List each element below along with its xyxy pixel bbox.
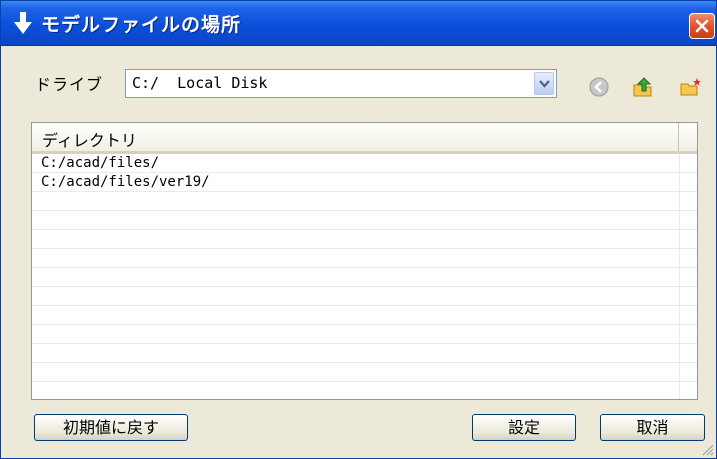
- empty-row: [32, 325, 697, 344]
- ok-button[interactable]: 設定: [472, 414, 576, 441]
- list-item[interactable]: C:/acad/files/ver19/: [32, 173, 697, 192]
- empty-row: [32, 382, 697, 399]
- list-item-path: C:/acad/files/ver19/: [41, 174, 210, 190]
- empty-row: [32, 211, 697, 230]
- drive-selected-value: C:/ Local Disk: [132, 74, 268, 92]
- title-bar[interactable]: モデルファイルの場所: [1, 1, 716, 46]
- chevron-down-icon: [539, 80, 550, 88]
- list-item-path: C:/acad/files/: [41, 155, 160, 171]
- column-header-filler: [680, 123, 697, 151]
- list-item[interactable]: C:/acad/files/: [32, 154, 697, 173]
- empty-row: [32, 268, 697, 287]
- list-header: ディレクトリ: [32, 123, 697, 154]
- directory-rows: C:/acad/files/ C:/acad/files/ver19/: [32, 154, 697, 399]
- empty-row: [32, 344, 697, 363]
- close-icon: [695, 19, 709, 33]
- empty-row: [32, 192, 697, 211]
- down-arrow-icon: [14, 12, 32, 34]
- empty-row: [32, 249, 697, 268]
- model-file-location-dialog: モデルファイルの場所 ドライブ C:/ Local Disk ディレクトリ C:…: [0, 0, 717, 459]
- window-title: モデルファイルの場所: [41, 14, 242, 36]
- empty-row: [32, 306, 697, 325]
- column-header-label: ディレクトリ: [42, 131, 137, 150]
- empty-row: [32, 363, 697, 382]
- back-icon[interactable]: [588, 76, 610, 98]
- resize-grip-icon[interactable]: [700, 442, 714, 456]
- drive-label: ドライブ: [35, 75, 104, 94]
- column-header-directory[interactable]: ディレクトリ: [32, 123, 679, 151]
- empty-row: [32, 230, 697, 249]
- reset-defaults-button[interactable]: 初期値に戻す: [34, 414, 188, 441]
- new-folder-icon[interactable]: [680, 76, 702, 98]
- drive-select[interactable]: C:/ Local Disk: [125, 69, 557, 98]
- directory-list[interactable]: ディレクトリ C:/acad/files/ C:/acad/files/ver1…: [31, 122, 698, 400]
- drive-dropdown-button[interactable]: [534, 72, 554, 95]
- empty-row: [32, 287, 697, 306]
- close-button[interactable]: [689, 13, 715, 39]
- cancel-button[interactable]: 取消: [600, 414, 705, 441]
- up-folder-icon[interactable]: [632, 76, 654, 98]
